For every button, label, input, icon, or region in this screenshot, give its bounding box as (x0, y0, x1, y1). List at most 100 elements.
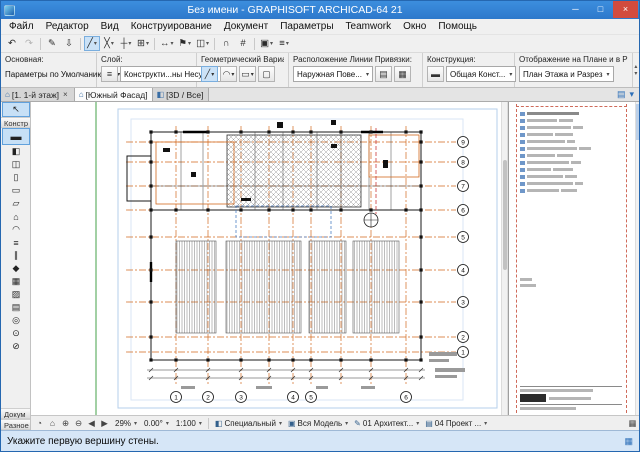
minimize-button[interactable]: ─ (563, 1, 588, 18)
floor-plan-display-select[interactable]: План Этажа и Разрез (519, 66, 614, 82)
combo-label: 04 Проект ... (435, 419, 481, 428)
window-tool[interactable]: ◫ (2, 158, 30, 171)
tab-floor-1[interactable]: ⌂ [1. 1-й этаж] × (1, 88, 75, 101)
scroll-zoom-icon[interactable]: ◔ (33, 417, 46, 430)
layer-icon[interactable]: ≡ (101, 66, 118, 82)
reference-line-select[interactable]: Наружная Пове... (293, 66, 373, 82)
scrollbar-thumb[interactable] (636, 104, 640, 140)
scale-select[interactable]: 1:100 (173, 417, 205, 430)
title-block-logo (520, 394, 546, 402)
close-button[interactable]: × (613, 1, 638, 18)
guide-lines-icon[interactable]: ╱ (84, 36, 100, 51)
default-settings-text[interactable]: Параметры по Умолчанию (5, 70, 103, 79)
dimension-icon[interactable]: ↔ (158, 36, 176, 51)
anchor-offset-icon[interactable]: ▦ (394, 66, 411, 82)
inject-parameters-icon[interactable]: ⇩ (61, 36, 77, 51)
element-snap-icon[interactable]: # (235, 36, 251, 51)
infobox-scroll-up-icon[interactable]: ▴ (634, 63, 637, 70)
tab-close-icon[interactable]: × (61, 90, 70, 99)
legend-row (520, 152, 622, 159)
marker-icon[interactable]: ⚑ (177, 36, 194, 51)
opening-tool[interactable]: ⊘ (2, 340, 30, 353)
curtain-wall-tool[interactable]: ▤ (2, 301, 30, 314)
menu-view[interactable]: Вид (95, 19, 125, 35)
stair-tool[interactable]: ≡ (2, 236, 30, 249)
zone-tool[interactable]: ▨ (2, 288, 30, 301)
anchor-flip-icon[interactable]: ▤ (375, 66, 392, 82)
zoom-out-icon[interactable]: ⊖ (72, 417, 85, 430)
lamp-tool[interactable]: ⊙ (2, 327, 30, 340)
pick-up-parameters-icon[interactable]: ✎ (44, 36, 60, 51)
orientation-select[interactable]: 0.00° (141, 417, 172, 430)
geometry-straight-icon[interactable]: ╱ (201, 66, 218, 82)
combo-icon: ✎ (354, 419, 361, 428)
menu-design[interactable]: Конструирование (125, 19, 218, 35)
menu-teamwork[interactable]: Teamwork (340, 19, 398, 35)
beam-tool[interactable]: ▭ (2, 184, 30, 197)
organizer-icon[interactable]: ▦ (624, 436, 633, 447)
tab-overview-icon[interactable]: ▤ (617, 89, 626, 100)
menu-editor[interactable]: Редактор (40, 19, 95, 35)
infobox-basic-section: Основная: Параметры по Умолчанию ∟ (1, 53, 97, 87)
geometry-rect-icon[interactable]: ▢ (258, 66, 275, 82)
snap-grid-icon[interactable]: ⊞ (135, 36, 151, 51)
structure-icon[interactable]: ▬ (427, 66, 444, 82)
geometry-curved-icon[interactable]: ◠ (220, 66, 237, 82)
maximize-button[interactable]: □ (588, 1, 613, 18)
menu-options[interactable]: Параметры (274, 19, 339, 35)
railing-tool[interactable]: ∥ (2, 249, 30, 262)
tab-label: [3D / Все] (166, 90, 203, 100)
menu-file[interactable]: Файл (3, 19, 40, 35)
snap-references-icon[interactable]: ┼ (118, 36, 134, 51)
tab-south-elevation[interactable]: ⌂ [Южный Фасад] (75, 88, 153, 101)
object-tool[interactable]: ◎ (2, 314, 30, 327)
group-icon[interactable]: ▣ (258, 36, 275, 51)
toolbox-section-document[interactable]: Докум (1, 408, 30, 419)
zoom-in-icon[interactable]: ⊕ (59, 417, 72, 430)
fit-in-window-icon[interactable]: ⌂ (46, 417, 59, 430)
pen-set[interactable]: ✎ 01 Архитект... (351, 417, 422, 430)
sheet-preview[interactable] (509, 102, 635, 415)
drawing-canvas[interactable]: 9 8 7 6 5 4 3 2 1 1 2 3 4 5 6 (31, 102, 501, 415)
redo-icon[interactable]: ↷ (21, 36, 37, 51)
pane-control-icon[interactable]: ▦ (626, 417, 639, 430)
tab-3d-all[interactable]: ◧ [3D / Все] (153, 88, 209, 101)
quick-options-bar: ◔⌂⊕⊖◀▶ 29% 0.00° 1:100 ◧ Специальный ▣ В… (31, 415, 639, 430)
slab-tool[interactable]: ▱ (2, 197, 30, 210)
section-marker-icon[interactable]: ◫ (194, 36, 211, 51)
legend-item-icon (520, 168, 525, 172)
menu-help[interactable]: Помощь (432, 19, 483, 35)
morph-tool[interactable]: ◆ (2, 262, 30, 275)
column-tool[interactable]: ▯ (2, 171, 30, 184)
infobox-scroll-down-icon[interactable]: ▾ (634, 70, 637, 77)
floor-plan-drawing[interactable]: 9 8 7 6 5 4 3 2 1 1 2 3 4 5 6 (31, 102, 501, 415)
arrow-tool[interactable]: ↖ (2, 102, 30, 117)
prev-view-icon[interactable]: ◀ (85, 417, 98, 430)
mesh-tool[interactable]: ▦ (2, 275, 30, 288)
layer-combination[interactable]: ▤ 04 Проект ... (422, 417, 490, 430)
scrollbar-thumb[interactable] (503, 160, 507, 270)
zoom-level-select[interactable]: 29% (112, 417, 140, 430)
wall-tool[interactable]: ▬ (2, 128, 30, 145)
roof-tool[interactable]: ⌂ (2, 210, 30, 223)
preview-panel (508, 102, 640, 415)
geometry-chained-icon[interactable]: ▭ (239, 66, 256, 82)
toolbox-section-design[interactable]: Констр (1, 117, 30, 128)
panel-vertical-scrollbar[interactable] (635, 102, 640, 415)
door-tool[interactable]: ◧ (2, 145, 30, 158)
gravity-icon[interactable]: ∩ (218, 36, 234, 51)
canvas-vertical-scrollbar[interactable] (501, 102, 508, 415)
next-view-icon[interactable]: ▶ (98, 417, 111, 430)
infobox-scroll[interactable]: ▴ ▾ (632, 53, 639, 87)
tab-menu-icon[interactable]: ▾ (629, 89, 634, 100)
quick-layers[interactable]: ◧ Специальный (212, 417, 285, 430)
model-view-options[interactable]: ▣ Вся Модель (285, 417, 351, 430)
display-order-icon[interactable]: ≡ (276, 36, 292, 51)
menu-document[interactable]: Документ (218, 19, 274, 35)
toolbox-section-more[interactable]: Разное (1, 419, 30, 430)
shell-tool[interactable]: ◠ (2, 223, 30, 236)
menu-window[interactable]: Окно (397, 19, 432, 35)
undo-icon[interactable]: ↶ (4, 36, 20, 51)
structure-select[interactable]: Общая Конст... (446, 66, 516, 82)
snap-guides-icon[interactable]: ╳ (101, 36, 117, 51)
